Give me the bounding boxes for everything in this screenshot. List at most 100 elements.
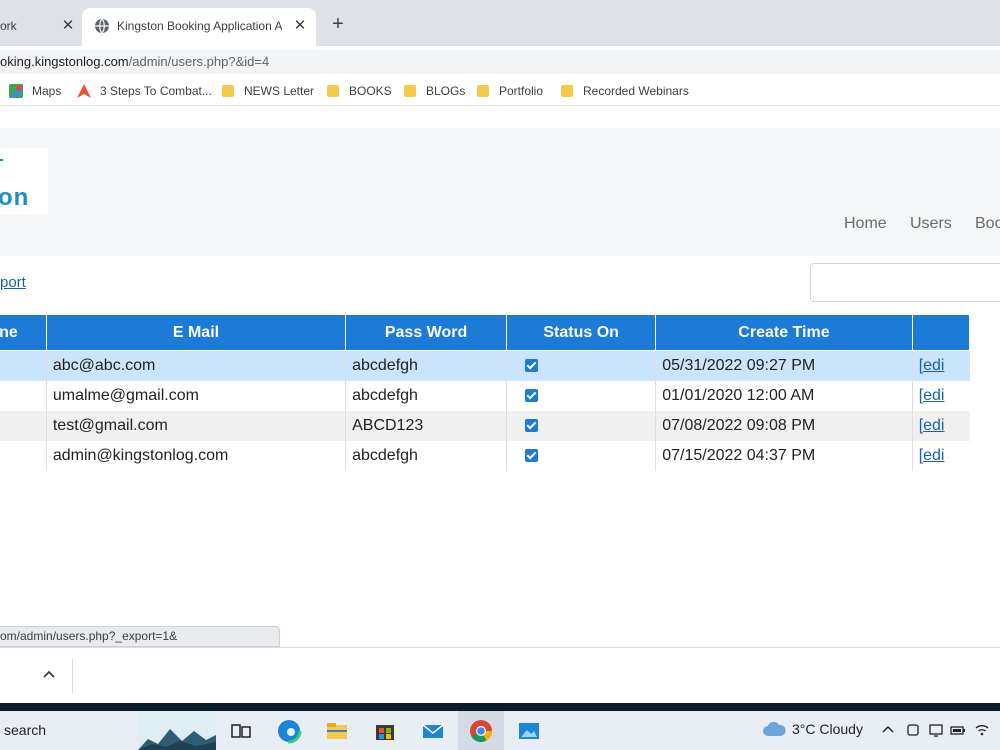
status-checkbox[interactable] [525, 359, 539, 373]
status-checkbox[interactable] [525, 418, 539, 432]
tab-inactive[interactable]: ork ✕ [0, 8, 82, 46]
table-row[interactable]: admin@kingstonlog.com abcdefgh 07/15/202… [0, 440, 970, 471]
export-link[interactable]: port [0, 274, 26, 291]
photos-icon[interactable] [516, 718, 542, 744]
maps-icon [9, 84, 23, 98]
status-checkbox[interactable] [525, 388, 539, 402]
column-header-password[interactable]: Pass Word [345, 314, 508, 351]
chevron-up-icon[interactable] [880, 722, 896, 738]
bookmark-combat[interactable]: 3 Steps To Combat... [77, 83, 212, 99]
mail-icon[interactable] [420, 718, 446, 744]
bookmark-maps[interactable]: Maps [9, 83, 61, 99]
cell-actions: [edi [911, 350, 970, 381]
combat-icon [77, 84, 91, 98]
task-view-icon[interactable] [228, 718, 254, 744]
folder-icon [222, 85, 234, 97]
nav-bookings[interactable]: Boo [975, 215, 1000, 233]
edit-link[interactable]: [edi [919, 447, 945, 464]
cell-name [0, 410, 47, 441]
globe-icon [95, 18, 109, 34]
cell-name [0, 380, 47, 411]
file-explorer-icon[interactable] [324, 718, 350, 744]
column-header-email[interactable]: E Mail [45, 314, 347, 351]
folder-icon [477, 85, 489, 97]
search-input[interactable] [810, 263, 1000, 302]
new-tab-icon[interactable]: + [326, 12, 350, 36]
site-header: on Home Users Boo [0, 128, 1000, 256]
tab-title: ork [0, 19, 17, 33]
cell-actions: [edi [911, 440, 970, 471]
edit-link[interactable]: [edi [919, 417, 945, 434]
display-icon[interactable] [928, 722, 944, 738]
cell-create-time: 01/01/2020 12:00 AM [655, 380, 913, 411]
cell-actions: [edi [911, 410, 970, 441]
bookmark-recorded-webinars[interactable]: Recorded Webinars [561, 83, 689, 99]
column-header-name[interactable]: ne [0, 314, 47, 351]
cell-email: test@gmail.com [45, 410, 346, 441]
folder-icon [404, 85, 416, 97]
tab-active[interactable]: Kingston Booking Application Ad ✕ [82, 8, 316, 46]
bookmark-blogs[interactable]: BLOGs [404, 83, 465, 99]
meet-now-icon[interactable] [905, 722, 921, 738]
tab-title: Kingston Booking Application Ad [117, 19, 282, 33]
column-header-create-time[interactable]: Create Time [655, 314, 913, 351]
table-row[interactable]: abc@abc.com abcdefgh 05/31/2022 09:27 PM… [0, 350, 970, 381]
weather-widget[interactable]: 3°C Cloudy [762, 721, 863, 737]
bookmark-label: Portfolio [499, 84, 544, 98]
cell-status [506, 380, 656, 411]
address-path: /admin/users.php?&id=4 [128, 54, 270, 69]
cell-password: ABCD123 [345, 410, 507, 441]
address-host: oking.kingstonlog.com [0, 54, 129, 69]
chevron-up-icon[interactable] [40, 666, 58, 684]
bookmark-news-letter[interactable]: NEWS Letter [222, 83, 314, 99]
bookmarks-bar: Maps 3 Steps To Combat... NEWS Letter BO… [0, 76, 1000, 106]
wifi-icon[interactable] [974, 722, 990, 738]
cell-password: abcdefgh [345, 350, 507, 381]
bookmark-books[interactable]: BOOKS [327, 83, 392, 99]
site-logo[interactable]: on [0, 148, 48, 214]
bookmark-label: BLOGs [426, 84, 466, 98]
tab-close-icon[interactable]: ✕ [292, 15, 308, 37]
column-header-status[interactable]: Status On [506, 314, 657, 351]
edit-link[interactable]: [edi [919, 387, 945, 404]
nav-home[interactable]: Home [844, 215, 887, 233]
shelf-divider [72, 658, 73, 694]
cell-status [506, 440, 656, 471]
status-checkbox[interactable] [525, 448, 539, 462]
users-table: ne E Mail Pass Word Status On Create Tim… [0, 314, 971, 471]
edge-browser-icon[interactable] [276, 718, 302, 744]
battery-icon[interactable] [950, 722, 966, 738]
cell-create-time: 07/15/2022 04:37 PM [655, 440, 913, 471]
taskbar-search[interactable]: search [4, 722, 46, 738]
microsoft-store-icon[interactable] [372, 718, 398, 744]
cell-status [506, 350, 656, 381]
cell-email: abc@abc.com [45, 350, 346, 381]
status-url-preview: om/admin/users.php?_export=1& [0, 626, 280, 647]
bookmark-label: Recorded Webinars [583, 84, 689, 98]
cell-actions: [edi [911, 380, 970, 411]
bookmark-label: BOOKS [349, 84, 392, 98]
table-row[interactable]: test@gmail.com ABCD123 07/08/2022 09:08 … [0, 410, 970, 441]
folder-icon [327, 85, 339, 97]
address-bar[interactable]: oking.kingstonlog.com/admin/users.php?&i… [0, 50, 1000, 74]
taskbar-edge [0, 703, 1000, 711]
browser-toolbar: oking.kingstonlog.com/admin/users.php?&i… [0, 46, 1000, 76]
cell-status [506, 410, 656, 441]
search-highlight-art-icon [138, 711, 216, 750]
cloud-icon [763, 721, 786, 736]
tab-close-icon[interactable]: ✕ [60, 15, 76, 37]
cell-password: abcdefgh [345, 440, 507, 471]
bookmark-label: NEWS Letter [244, 84, 315, 98]
bookmark-label: 3 Steps To Combat... [100, 84, 212, 98]
chrome-icon[interactable] [468, 718, 494, 744]
nav-users[interactable]: Users [910, 215, 952, 233]
cell-create-time: 07/08/2022 09:08 PM [655, 410, 913, 441]
table-row[interactable]: umalme@gmail.com abcdefgh 01/01/2020 12:… [0, 380, 970, 411]
bookmark-portfolio[interactable]: Portfolio [477, 83, 543, 99]
edit-link[interactable]: [edi [919, 357, 945, 374]
download-shelf [0, 647, 1000, 703]
cell-name [0, 350, 47, 381]
bookmark-label: Maps [32, 84, 62, 98]
table-header-row: ne E Mail Pass Word Status On Create Tim… [0, 314, 971, 351]
column-header-actions [911, 314, 971, 351]
